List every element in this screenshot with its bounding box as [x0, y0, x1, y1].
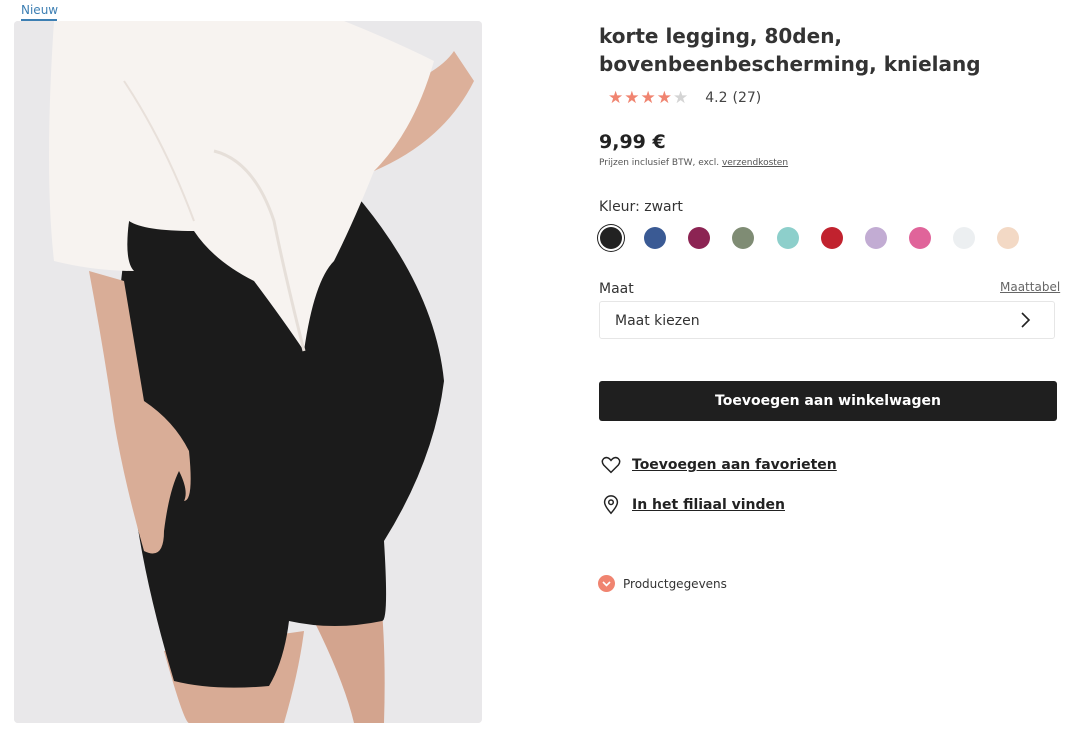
- color-swatch-blue[interactable]: [644, 227, 666, 249]
- color-swatch-black[interactable]: [600, 227, 622, 249]
- size-table-link[interactable]: Maattabel: [1000, 280, 1060, 294]
- find-in-store-label: In het filiaal vinden: [632, 497, 785, 513]
- product-title: korte legging, 80den, bovenbeenbeschermi…: [599, 24, 981, 76]
- product-photo-illustration: [14, 21, 482, 723]
- find-in-store-link[interactable]: In het filiaal vinden: [600, 494, 785, 516]
- price-note: Prijzen inclusief BTW, excl. verzendkost…: [599, 158, 788, 168]
- color-swatch-nude[interactable]: [997, 227, 1019, 249]
- chevron-right-icon: [1021, 312, 1031, 328]
- color-label: Kleur: zwart: [599, 199, 683, 215]
- rating-stars: ★★★★★: [608, 88, 689, 108]
- color-swatch-lilac[interactable]: [865, 227, 887, 249]
- color-swatch-red[interactable]: [821, 227, 843, 249]
- size-select-placeholder: Maat kiezen: [615, 313, 700, 329]
- add-to-favorites-link[interactable]: Toevoegen aan favorieten: [600, 454, 837, 476]
- size-label: Maat: [599, 281, 634, 297]
- product-image[interactable]: [14, 21, 482, 723]
- rating-count[interactable]: (27): [732, 90, 761, 106]
- add-to-cart-button[interactable]: Toevoegen aan winkelwagen: [599, 381, 1057, 421]
- size-select[interactable]: Maat kiezen: [599, 301, 1055, 339]
- location-pin-icon: [603, 495, 619, 515]
- product-details-label: Productgegevens: [623, 576, 727, 591]
- add-to-favorites-label: Toevoegen aan favorieten: [632, 457, 837, 473]
- color-swatch-white[interactable]: [953, 227, 975, 249]
- color-swatch-aqua[interactable]: [777, 227, 799, 249]
- heart-icon: [601, 456, 621, 474]
- product-rating[interactable]: ★★★★★ 4.2 (27): [608, 88, 761, 108]
- chevron-down-icon: [598, 575, 615, 592]
- rating-value: 4.2: [705, 90, 728, 106]
- color-swatch-burgundy[interactable]: [688, 227, 710, 249]
- color-swatch-pink[interactable]: [909, 227, 931, 249]
- product-details-toggle[interactable]: Productgegevens: [598, 575, 727, 592]
- product-price: 9,99 €: [599, 131, 666, 153]
- new-badge[interactable]: Nieuw: [21, 3, 58, 21]
- empty-star-icon: ★: [672, 88, 690, 108]
- filled-stars-icon: ★★★★: [608, 88, 673, 108]
- color-swatch-olive[interactable]: [732, 227, 754, 249]
- shipping-costs-link[interactable]: verzendkosten: [722, 158, 788, 168]
- price-note-text: Prijzen inclusief BTW, excl.: [599, 158, 720, 168]
